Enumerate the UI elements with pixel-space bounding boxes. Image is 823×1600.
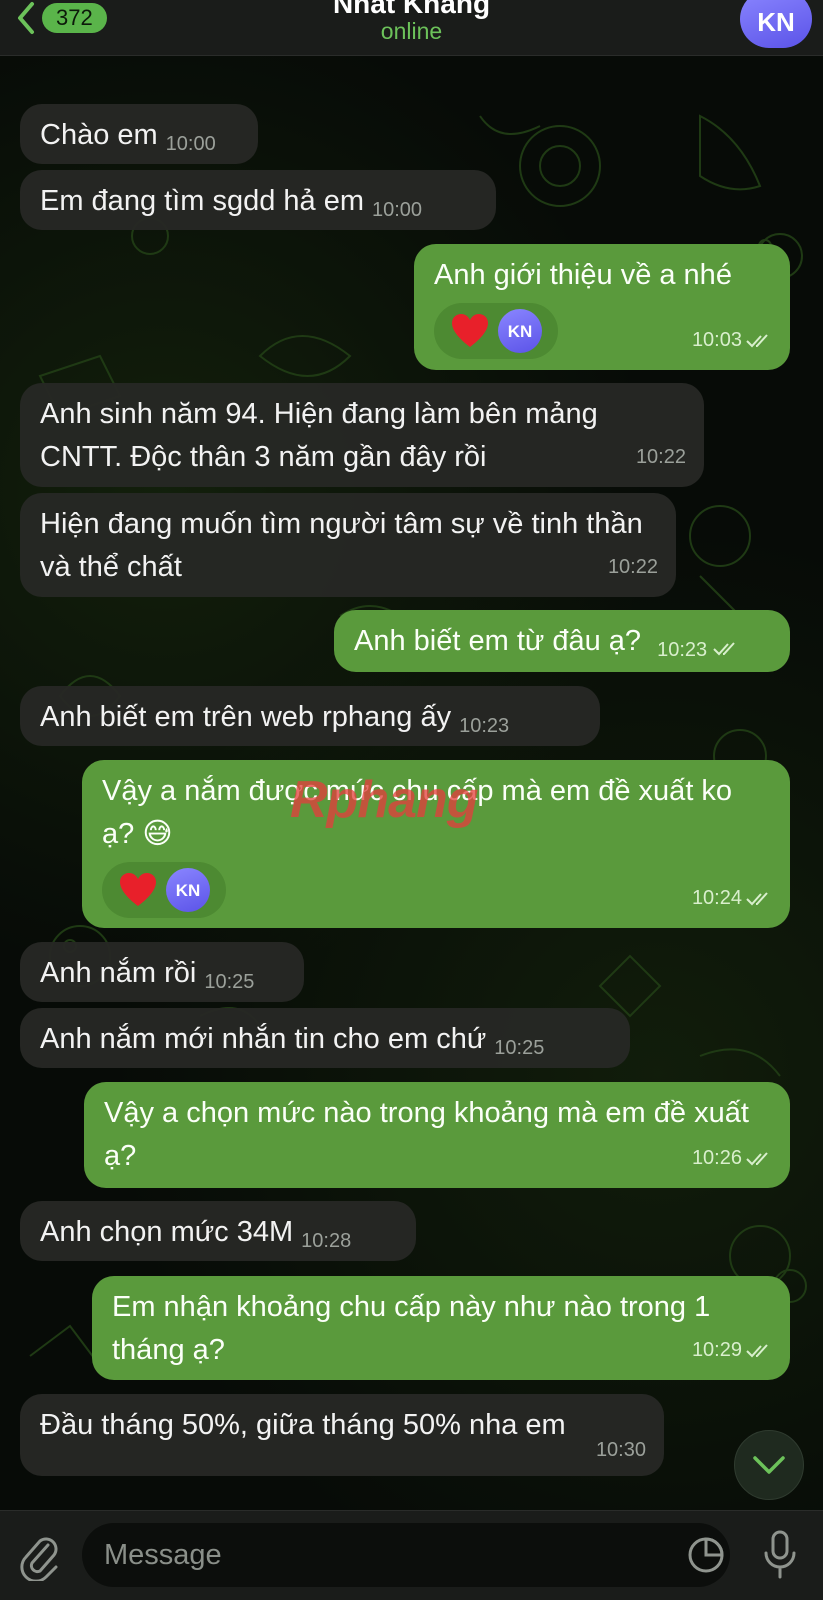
double-check-icon [746, 333, 768, 347]
message-text: Anh giới thiệu về a nhé [434, 259, 732, 291]
message-time: 10:03 [691, 329, 742, 351]
message-text: Anh sinh năm 94. Hiện đang làm bên mảng … [40, 398, 598, 473]
message-meta: 10:03 [692, 319, 772, 362]
message-bubble-incoming[interactable]: Anh nắm rồi 10:25 [20, 942, 304, 1002]
message-text: Anh biết em trên web rphang ấy [40, 701, 452, 733]
message-text: Vậy a chọn mức nào trong khoảng mà em đề… [104, 1097, 749, 1172]
message-text: Anh chọn mức 34M [40, 1216, 294, 1248]
message-bubble-outgoing[interactable]: Vậy a chọn mức nào trong khoảng mà em đề… [84, 1082, 790, 1188]
microphone-icon[interactable] [760, 1529, 800, 1581]
message-text: Đầu tháng 50%, giữa tháng 50% nha em [40, 1409, 566, 1441]
contact-status: online [380, 18, 443, 44]
message-meta: 10:26 [692, 1137, 772, 1180]
message-bubble-incoming[interactable]: Anh sinh năm 94. Hiện đang làm bên mảng … [20, 383, 704, 487]
message-text: Em đang tìm sgdd hả em [40, 185, 364, 217]
message-text: Chào em [40, 119, 158, 151]
message-text: Anh nắm rồi [40, 957, 197, 989]
message-input[interactable] [82, 1523, 730, 1587]
message-meta: 10:24 [692, 877, 772, 920]
double-check-icon [746, 1151, 768, 1165]
reaction-group[interactable]: KN [102, 862, 226, 918]
message-meta: 10:23 [657, 639, 739, 661]
message-bubble-incoming[interactable]: Đầu tháng 50%, giữa tháng 50% nha em 10:… [20, 1394, 664, 1476]
double-check-icon [713, 642, 735, 656]
message-text: Vậy a nắm được mức chu cấp mà em đề xuất… [102, 775, 733, 850]
contact-name[interactable]: Nhat Khang [0, 0, 823, 20]
message-time: 10:25 [494, 1037, 545, 1059]
paperclip-icon[interactable] [18, 1533, 62, 1581]
double-check-icon [746, 1343, 768, 1357]
chat-header: 372 Nhat Khang online KN [0, 0, 823, 56]
message-time: 10:22 [635, 446, 686, 468]
chevron-down-icon [753, 1456, 785, 1474]
contact-avatar[interactable]: KN [740, 0, 812, 48]
message-text: Hiện đang muốn tìm người tâm sự về tinh … [40, 508, 643, 583]
message-time: 10:25 [204, 971, 255, 993]
message-time: 10:26 [691, 1147, 742, 1169]
reaction-avatar: KN [166, 868, 210, 912]
message-time: 10:00 [165, 133, 216, 155]
message-time: 10:23 [657, 639, 708, 661]
message-time: 10:29 [691, 1339, 742, 1361]
message-time: 10:28 [301, 1230, 352, 1252]
message-time: 10:23 [459, 715, 510, 737]
message-bubble-outgoing[interactable]: Anh giới thiệu về a nhé KN 10:03 [414, 244, 790, 370]
heart-icon [120, 873, 156, 906]
message-bubble-incoming[interactable]: Anh chọn mức 34M 10:28 [20, 1201, 416, 1261]
message-bubble-incoming[interactable]: Chào em 10:00 [20, 104, 258, 164]
reaction-avatar: KN [498, 309, 542, 353]
reaction-group[interactable]: KN [434, 303, 558, 359]
scroll-to-bottom-button[interactable] [734, 1430, 804, 1500]
heart-icon [452, 314, 488, 347]
message-bubble-incoming[interactable]: Anh nắm mới nhắn tin cho em chứ 10:25 [20, 1008, 630, 1068]
message-bubble-outgoing[interactable]: Vậy a nắm được mức chu cấp mà em đề xuất… [82, 760, 790, 928]
message-bubble-outgoing[interactable]: Anh biết em từ đâu ạ? 10:23 [334, 610, 790, 672]
message-text: Anh biết em từ đâu ạ? [354, 625, 642, 657]
message-bubble-incoming[interactable]: Hiện đang muốn tìm người tâm sự về tinh … [20, 493, 676, 597]
double-check-icon [746, 891, 768, 905]
message-composer [0, 1510, 823, 1600]
message-meta: 10:29 [692, 1329, 772, 1372]
sticker-icon[interactable] [686, 1535, 726, 1575]
message-time: 10:22 [607, 556, 658, 578]
message-text: Anh nắm mới nhắn tin cho em chứ [40, 1023, 487, 1055]
message-time: 10:30 [595, 1439, 646, 1461]
message-text: Em nhận khoảng chu cấp này như nào trong… [112, 1291, 711, 1366]
message-bubble-incoming[interactable]: Anh biết em trên web rphang ấy 10:23 [20, 686, 600, 746]
message-bubble-incoming[interactable]: Em đang tìm sgdd hả em 10:00 [20, 170, 496, 230]
message-bubble-outgoing[interactable]: Em nhận khoảng chu cấp này như nào trong… [92, 1276, 790, 1380]
message-time: 10:00 [372, 199, 423, 221]
message-time: 10:24 [691, 887, 742, 909]
